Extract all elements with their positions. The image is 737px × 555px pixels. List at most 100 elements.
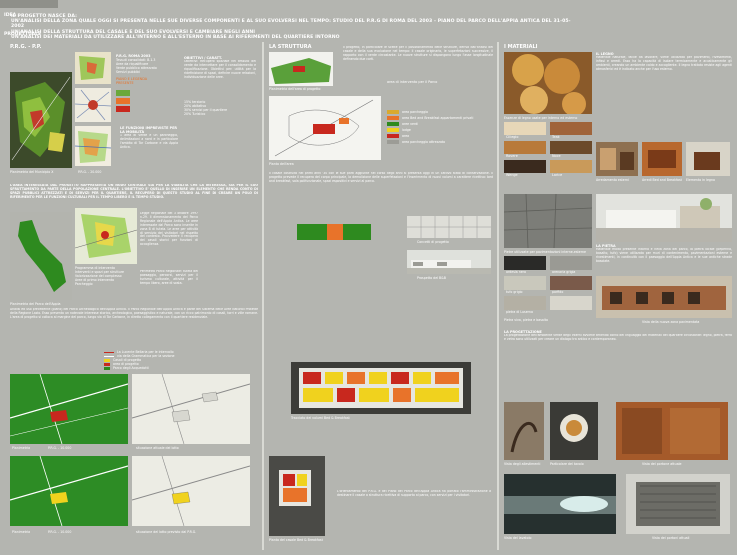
struct-legend-5: area parcheggio attrezzato: [402, 140, 446, 144]
stone-swatch-5: [550, 296, 592, 310]
prg-map-small-3: [75, 126, 111, 166]
struct-plan-top-graphic: [269, 52, 333, 86]
caption-struct: area di intervento per il Parco: [387, 80, 438, 84]
funzioni-text: 1 area di verde e un parcheggio, delimit…: [120, 134, 178, 149]
struct-swatch-2: [387, 122, 399, 126]
photo-portone: [616, 402, 728, 460]
bottom-map-1: [10, 374, 128, 444]
park-map-green: [10, 212, 72, 300]
bottom-cap-4: Vista dei portoni attuali: [652, 536, 690, 540]
prg-map-small-2: [75, 88, 111, 122]
wood-swatch-3: [550, 141, 592, 154]
caption-legno: Essenze di legno usate per interno ed es…: [504, 116, 578, 120]
caption-stone2: Pietra viva, pietra e basalto: [504, 318, 548, 322]
pct-3: 20% Turistico: [184, 112, 206, 116]
divider-2: [497, 42, 499, 550]
stone-render-1: [596, 194, 732, 242]
obiettivi-block: OBIETTIVI / CARATT. Obiettivi: Recupero …: [184, 56, 256, 116]
funzioni-title: LE FUNZIONI IMPREVISTE PER LA MOBILITÀ: [120, 126, 178, 134]
struct-swatch-5: [387, 140, 399, 144]
park-legend-4: Parcheggio: [75, 282, 93, 286]
bottom-map-1-graphic: [10, 374, 128, 444]
stone-hero-graphic: [504, 194, 592, 248]
struct-swatch-1: [387, 116, 399, 120]
map-small-1-graphic: [75, 52, 111, 84]
struct-legend-row-1: area Bed and Breakfast appartamenti priv…: [387, 116, 491, 120]
legno-text: Materiale naturale, facile da lavorare, …: [596, 56, 732, 71]
bottom-map-4-graphic: [132, 456, 250, 526]
wood-swatch-1: [550, 122, 592, 135]
struct-view-graphic: [407, 250, 491, 274]
interior-cap-2: Elemento in legno: [686, 178, 715, 182]
photo-allestimenti-graphic: [504, 402, 544, 460]
caption-stone3: Vista della nuova zona pavimentata: [642, 320, 700, 324]
legend-line-white: [104, 355, 114, 357]
struct-swatch-4: [387, 134, 399, 138]
bottom-map-3: [10, 456, 128, 526]
col2: LA STRUTTURA Planimetria dell'area di pr…: [267, 44, 495, 550]
park-text-2: Perimetro Parco Regionale: tutela del pa…: [140, 270, 198, 285]
caption-site-plan: Pianta dell'area: [269, 162, 294, 166]
bottom-map-3-graphic: [10, 456, 128, 526]
struct-legend-row-0: area parcheggio: [387, 110, 491, 114]
photo-lavatoio: [504, 474, 616, 534]
caption-room: Pianta del casale Bed & Breakfast: [269, 538, 323, 542]
room-plan: [269, 456, 325, 536]
wood-swatch-grid: Ciliegio Teak Rovere Noce Wenge Larice: [504, 122, 592, 184]
bb-plan: [291, 362, 471, 414]
wood-label-2: Rovere: [506, 154, 518, 158]
stone-swatch-0: [504, 256, 546, 270]
concept-cells: [407, 216, 491, 238]
prg-legend: P.R.G. ROMA 2003 Tessuti consolidati: B.…: [116, 54, 162, 85]
caption-prg-b: P.R.G. - 20.000: [78, 170, 102, 174]
stone-label-3: porfido: [552, 290, 564, 294]
concept-diagram: [297, 216, 397, 246]
caption-tracciato: Tracciato dei volumi Bed & Breakfast: [291, 416, 350, 420]
interior-photo-2: [642, 142, 682, 176]
interior-photo-1: [596, 142, 638, 176]
swatch-green: [116, 90, 130, 96]
bottom-legend-4: Parco degli Acquedotti: [113, 366, 149, 370]
bottom-map-2-graphic: [132, 374, 250, 444]
struct-view: [407, 250, 491, 274]
photo-portoni: [626, 474, 730, 534]
prg-legend-3: Servizi pubblici: [116, 70, 141, 74]
photo-lavatoio-graphic: [504, 474, 616, 534]
struct-text-1: Il progetto, in particolare le scelte pe…: [343, 46, 493, 61]
park-text: Legge Regionale del 3 ottobre 1997 n.29.…: [140, 212, 198, 247]
progettazione-text: La progettazione dell'ambiente verde deg…: [504, 334, 732, 341]
map-small-3-graphic: [75, 126, 111, 166]
stone-swatch-4: [504, 296, 546, 310]
header-block: IL PROGETTO NASCE DA: UN'ANALISI DELLA Z…: [11, 14, 571, 40]
col3-section-title: I MATERIALI: [504, 44, 538, 50]
prg-aerial-map: [10, 72, 72, 168]
stone-render-2: [596, 276, 732, 318]
struct-legend-4: area: [402, 134, 410, 138]
wood-swatch-4: [504, 160, 546, 173]
wood-label-3: Noce: [552, 154, 561, 158]
photo-portoni-graphic: [626, 474, 730, 534]
pietra-text: Materiale molto presente intorno e nella…: [596, 248, 732, 263]
photo-allestimenti: [504, 402, 544, 460]
title-tab: IDEA PROGETTUALE: [0, 0, 58, 37]
caption-pietra: Pietre utilizzate per pavimentazioni int…: [504, 250, 586, 254]
interior-photo-2-graphic: [642, 142, 682, 176]
interior-photo-3: [686, 142, 730, 176]
stone-label-1: arenaria grigia: [552, 270, 576, 274]
struct-legend-row-3: lodge: [387, 128, 491, 132]
legend-line-red: [104, 351, 114, 353]
caption-bot-c: situazione attuale del lotto: [136, 446, 179, 450]
photo-portone-graphic: [616, 402, 728, 460]
caption-bot-a: Planimetria: [12, 446, 31, 450]
swatch-red: [116, 106, 130, 112]
interior-cap-0: Arredamento esterni: [596, 178, 629, 182]
struct-legend-row-4: area: [387, 134, 491, 138]
park-legend: Programma di intervento Interventi e spa…: [75, 266, 135, 286]
struct-legend-3: lodge: [402, 128, 411, 132]
map-small-2-graphic: [75, 88, 111, 122]
legend-swatch-red: [104, 362, 110, 366]
long-text: Analisi ed uso precedente (piano) dei Pa…: [10, 308, 258, 319]
stone-swatch-1: [550, 256, 592, 270]
col2-section-title: LA STRUTTURA: [269, 44, 312, 50]
header-line-3: UN'ANALISI DEI MATERIALI DA UTILIZZARE A…: [11, 34, 340, 40]
